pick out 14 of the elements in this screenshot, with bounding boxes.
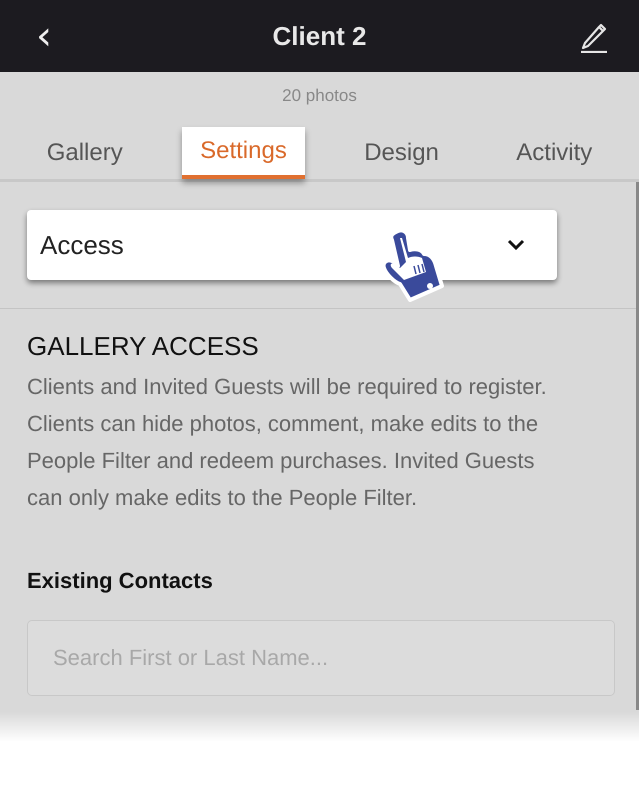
window-title: Client 2 (272, 20, 366, 52)
section-description: Clients and Invited Guests will be required to register. Clients can hide photos, comment, make edits to the People Filter and redeem purchases. Invited Guests can only make edits to the People Filter. (27, 373, 548, 512)
photo-count: 20 photos (281, 85, 358, 107)
dropdown-value: Access (40, 230, 124, 260)
section-dropdown[interactable]: Access (27, 210, 557, 280)
tab[interactable]: Gallery (28, 127, 141, 179)
tab[interactable]: Design (346, 127, 457, 179)
tab[interactable]: Settings (182, 127, 305, 179)
section-heading: GALLERY ACCESS (27, 331, 260, 362)
scrollbar[interactable] (636, 182, 639, 710)
back-button[interactable]: ‹ (28, 16, 60, 56)
chevron-down-icon (507, 239, 525, 251)
tab[interactable]: Activity (498, 127, 610, 179)
contacts-heading: Existing Contacts (27, 568, 214, 594)
